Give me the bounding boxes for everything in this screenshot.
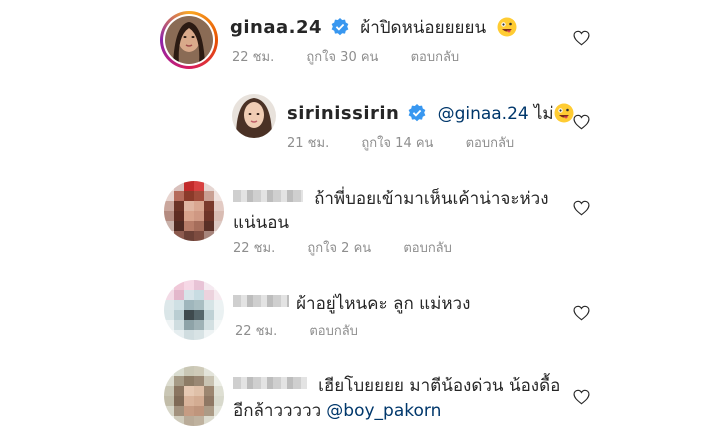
mention-link[interactable]: @ginaa.24 [438,104,529,124]
comment-like-count[interactable]: ถูกใจ 30 คน [306,50,378,65]
mention-link[interactable]: @boy_pakorn [326,401,441,421]
comment-like-count[interactable]: ถูกใจ 2 คน [307,241,371,256]
comment-timestamp: 22 ชม. [232,50,275,65]
heart-icon[interactable] [573,389,590,405]
heart-icon[interactable] [573,200,590,216]
comment-username[interactable]: ginaa.24 [230,17,322,38]
pixelated-avatar[interactable] [164,366,224,426]
pixelated-avatar[interactable] [164,181,224,241]
comment-1: ginaa.24 ผ้าปิดหน่อยยยยน 22 ชม. ถูกใจ 30… [0,0,728,90]
comment-username[interactable]: sirinissirin [287,103,399,124]
comment-text: ไม่ [533,104,554,124]
comment-text-continued: อีกล้าววววว [233,401,322,421]
reply-button[interactable]: ตอบกลับ [466,136,515,151]
heart-icon[interactable] [573,30,590,46]
comment-text: ผ้าปิดหน่อยยยยน [360,18,487,38]
comment-timestamp: 22 ชม. [235,324,278,339]
comment-2: sirinissirin @ginaa.24 ไม่ 21 ชม. ถูกใจ … [0,90,728,165]
comment-5: เฮียโบยยยย มาตีน้องด่วน น้องดื้อ อีกล้าว… [0,362,728,437]
heart-icon[interactable] [573,114,590,130]
pixelated-avatar[interactable] [164,280,224,340]
comment-like-count[interactable]: ถูกใจ 14 คน [361,136,433,151]
comment-3: ถ้าพี่บอยเข้ามาเห็นเค้าน่าจะห่วง แน่นอน … [0,175,728,265]
story-ring[interactable] [160,11,218,69]
heart-icon[interactable] [573,305,590,321]
comment-text: เฮียโบยยยย มาตีน้องด่วน น้องดื้อ [318,376,561,396]
comment-4: ผ้าอยู่ไหนคะ ลูก แม่หวง 22 ชม. ตอบกลับ [0,278,728,348]
verified-badge-icon [331,18,349,36]
blurred-username[interactable] [233,377,307,389]
comment-text: ผ้าอยู่ไหนคะ ลูก แม่หวง [296,294,471,314]
reply-button[interactable]: ตอบกลับ [403,241,452,256]
comment-timestamp: 22 ชม. [233,241,276,256]
avatar[interactable] [165,16,213,64]
comment-text-continued: แน่นอน [233,213,290,233]
avatar[interactable] [232,94,276,138]
comment-timestamp: 21 ชม. [287,136,330,151]
blurred-username[interactable] [233,295,289,307]
zany-face-emoji-icon [497,17,517,37]
reply-button[interactable]: ตอบกลับ [411,50,460,65]
comment-text: ถ้าพี่บอยเข้ามาเห็นเค้าน่าจะห่วง [314,189,549,209]
zany-face-emoji-icon [554,103,574,123]
verified-badge-icon [409,104,426,122]
reply-button[interactable]: ตอบกลับ [309,324,358,339]
blurred-username[interactable] [233,190,303,202]
